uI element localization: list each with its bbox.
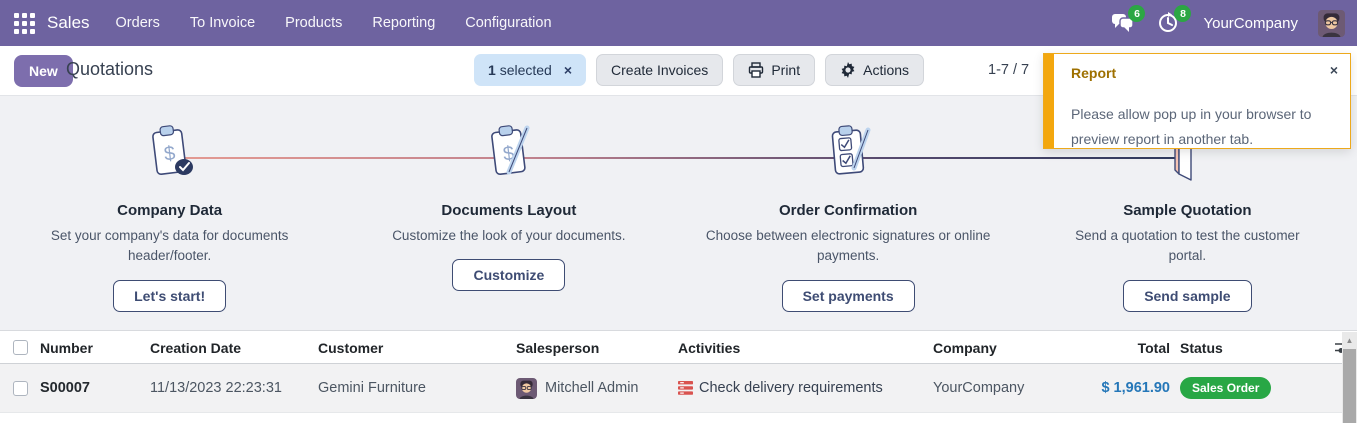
app-name[interactable]: Sales [47,13,90,33]
selection-badge: 1 selected × [474,54,586,86]
cell-number: S00007 [40,380,150,396]
cell-activity: Check delivery requirements [699,380,883,396]
activities-button[interactable]: 8 [1157,11,1183,35]
print-label: Print [771,62,800,78]
user-avatar[interactable] [1318,10,1345,37]
table-row[interactable]: S00007 11/13/2023 22:23:31 Gemini Furnit… [0,364,1357,413]
send-sample-button[interactable]: Send sample [1123,280,1251,312]
vertical-scrollbar[interactable]: ▲ [1342,332,1357,423]
salesperson-avatar [516,378,537,399]
actions-button[interactable]: Actions [825,54,924,86]
cell-total: $ 1,961.90 [1073,380,1170,396]
step-description: Customize the look of your documents. [392,226,625,246]
menu-configuration[interactable]: Configuration [465,15,551,31]
create-invoices-button[interactable]: Create Invoices [596,54,723,86]
company-switcher[interactable]: YourCompany [1203,15,1298,32]
cell-company: YourCompany [933,380,1073,396]
notification-close-icon[interactable]: × [1330,62,1338,78]
header-company[interactable]: Company [933,340,1073,356]
notification-message: Please allow pop up in your browser to p… [1071,102,1336,152]
apps-grid-icon[interactable] [14,13,35,34]
cell-salesperson: Mitchell Admin [545,380,638,396]
messages-count-badge: 6 [1128,5,1145,22]
onboarding-step-documents-layout: $ Documents Layout Customize the look of… [339,96,678,330]
menu-products[interactable]: Products [285,15,342,31]
documents-layout-clipboard-icon: $ [477,118,541,186]
messages-button[interactable]: 6 [1111,11,1137,35]
onboarding-step-order-confirmation: Order Confirmation Choose between electr… [679,96,1018,330]
customize-button[interactable]: Customize [452,259,565,291]
company-data-clipboard-icon: $ [138,118,202,186]
header-status[interactable]: Status [1180,340,1330,356]
gear-icon [840,62,856,78]
actions-label: Actions [863,62,909,78]
table-header-row: Number Creation Date Customer Salesperso… [0,332,1357,364]
select-all-checkbox[interactable] [13,340,28,355]
cell-customer: Gemini Furniture [318,380,516,396]
user-avatar-image [1318,10,1345,37]
step-description: Set your company's data for documents he… [29,226,311,267]
set-payments-button[interactable]: Set payments [782,280,915,312]
scrollbar-thumb[interactable] [1343,349,1356,423]
print-button[interactable]: Print [733,54,815,86]
menu-orders[interactable]: Orders [116,15,160,31]
step-title: Sample Quotation [1123,202,1251,219]
step-title: Order Confirmation [779,202,917,219]
header-creation-date[interactable]: Creation Date [150,340,318,356]
step-description: Choose between electronic signatures or … [702,226,994,267]
clear-selection-icon[interactable]: × [564,62,572,78]
step-title: Documents Layout [441,202,576,219]
activities-count-badge: 8 [1174,5,1191,22]
order-confirmation-checklist-icon [816,118,880,186]
onboarding-step-company-data: $ Company Data Set your company's data f… [0,96,339,330]
header-salesperson[interactable]: Salesperson [516,340,678,356]
cell-creation-date: 11/13/2023 22:23:31 [150,380,318,396]
create-invoices-label: Create Invoices [611,62,708,78]
top-navbar: Sales Orders To Invoice Products Reporti… [0,0,1357,46]
report-notification: Report × Please allow pop up in your bro… [1043,53,1351,149]
notification-accent-bar [1044,54,1054,148]
notification-title: Report [1071,65,1116,81]
quotations-table: Number Creation Date Customer Salesperso… [0,332,1357,423]
header-activities[interactable]: Activities [678,340,933,356]
menu-to-invoice[interactable]: To Invoice [190,15,255,31]
status-badge: Sales Order [1180,377,1271,399]
table-row-partial[interactable]: Sales Order [0,413,1357,423]
activity-exception-icon[interactable] [678,381,693,395]
printer-icon [748,62,764,78]
header-number[interactable]: Number [40,340,150,356]
new-button[interactable]: New [14,55,73,87]
pager[interactable]: 1-7 / 7 [988,62,1029,78]
main-menu: Orders To Invoice Products Reporting Con… [116,15,552,31]
row-checkbox[interactable] [13,381,28,396]
step-title: Company Data [117,202,222,219]
scroll-up-arrow-icon[interactable]: ▲ [1342,332,1357,348]
header-total[interactable]: Total [1073,340,1170,356]
menu-reporting[interactable]: Reporting [372,15,435,31]
lets-start-button[interactable]: Let's start! [113,280,226,312]
selection-count: 1 [488,62,496,78]
header-customer[interactable]: Customer [318,340,516,356]
selection-label: selected [500,62,552,78]
step-description: Send a quotation to test the customer po… [1056,226,1318,267]
page-title: Quotations [66,59,153,80]
